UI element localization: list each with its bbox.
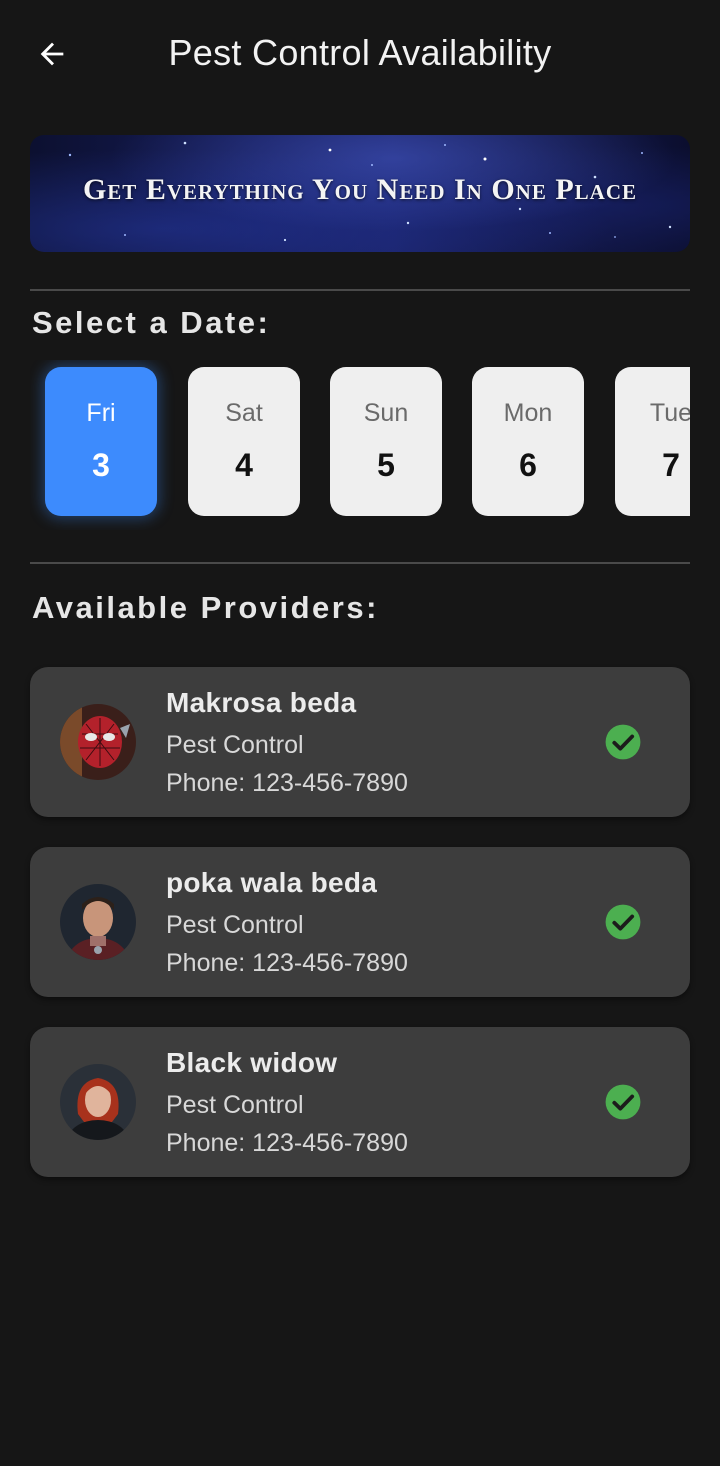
select-date-title: Select a Date: [32,305,271,340]
check-circle-icon [605,724,641,760]
divider [30,562,690,564]
provider-service: Pest Control [166,1091,304,1119]
check-circle-icon [605,1084,641,1120]
provider-card[interactable]: Black widow Pest Control Phone: 123-456-… [30,1027,690,1177]
available-providers-title: Available Providers: [32,590,379,625]
date-day-label: Mon [503,399,553,427]
banner-text: Get Everything You Need In One Place [82,173,638,206]
date-day-label: Tue [649,399,690,427]
provider-name: Makrosa beda [166,687,357,718]
date-number: 4 [235,447,253,483]
avatar [60,1064,136,1140]
provider-card[interactable]: Makrosa beda Pest Control Phone: 123-456… [30,667,690,817]
app-bar: Pest Control Availability [0,0,720,108]
avatar [60,704,136,780]
date-number: 3 [92,447,110,483]
date-strip[interactable]: Fri 3 Sat 4 Sun 5 Mon 6 Tue 7 [30,360,690,530]
date-day-label: Sun [363,399,409,427]
divider [30,289,690,291]
date-card-mon[interactable]: Mon 6 [472,367,584,516]
date-number: 7 [662,447,680,483]
provider-phone: Phone: 123-456-7890 [166,769,408,797]
provider-phone: Phone: 123-456-7890 [166,1129,408,1157]
date-card-sat[interactable]: Sat 4 [188,367,300,516]
provider-service: Pest Control [166,731,304,759]
provider-service: Pest Control [166,911,304,939]
date-day-label: Sat [225,399,263,427]
provider-card[interactable]: poka wala beda Pest Control Phone: 123-4… [30,847,690,997]
avatar [60,884,136,960]
provider-name: Black widow [166,1047,338,1078]
date-card-fri[interactable]: Fri 3 [45,367,157,516]
date-number: 5 [377,447,395,483]
provider-phone: Phone: 123-456-7890 [166,949,408,977]
check-circle-icon [605,904,641,940]
page-title: Pest Control Availability [168,32,552,73]
date-card-sun[interactable]: Sun 5 [330,367,442,516]
date-day-label: Fri [86,399,116,427]
date-number: 6 [519,447,537,483]
promo-banner[interactable]: Get Everything You Need In One Place [30,135,690,252]
date-card-tue[interactable]: Tue 7 [615,367,690,516]
provider-name: poka wala beda [166,867,378,898]
